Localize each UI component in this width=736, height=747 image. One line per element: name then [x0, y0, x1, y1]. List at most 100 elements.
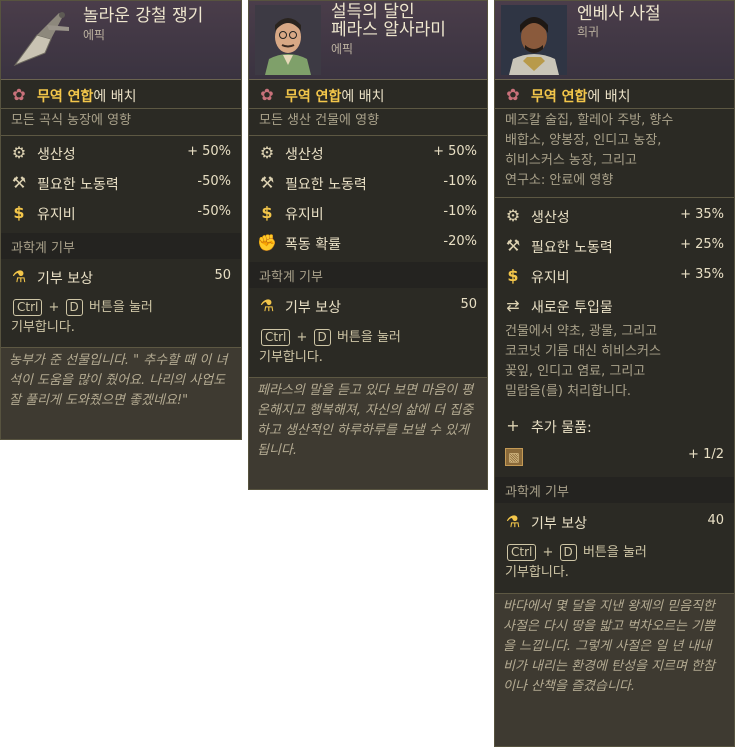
portrait-icon	[255, 5, 321, 75]
stat-value: -50%	[197, 204, 231, 219]
stat-label: 필요한 노동력	[285, 177, 367, 193]
flavor-quote: 바다에서 몇 달을 지낸 왕제의 믿음직한 사절은 다시 땅을 밟고 벅차오르는…	[495, 593, 734, 746]
card-title: 엔베사 사절	[577, 4, 661, 24]
reward-label: 기부 보상	[37, 271, 93, 287]
instruction-text: 버튼을 눌러	[582, 545, 647, 560]
new-input-line: 밀랍을(를) 처리합니다.	[505, 384, 632, 399]
affects-line: 메즈칼 술집, 할레아 주방, 향수	[505, 113, 674, 128]
new-input-line: 꽃잎, 인디고 염료, 그리고	[505, 364, 646, 379]
stat-row: ⚒ 필요한 노동력 -10%	[249, 170, 487, 196]
dollar-icon: $	[507, 266, 519, 285]
dollar-icon: $	[13, 203, 25, 222]
stat-label: 유지비	[285, 207, 324, 223]
card-header: 설득의 달인 페라스 알사라미 에픽	[249, 1, 487, 80]
card-title-line2: 페라스 알사라미	[331, 20, 446, 40]
section-title: 과학계 기부	[505, 485, 569, 500]
plus-sign: +	[542, 545, 554, 560]
stat-row: $ 유지비 -10%	[249, 200, 487, 226]
divider	[1, 108, 241, 109]
extra-goods-value: + 1/2	[688, 447, 724, 462]
tools-icon: ⚒	[11, 173, 27, 192]
tools-icon: ⚒	[505, 236, 521, 255]
stat-value: -10%	[443, 204, 477, 219]
trade-union-row: ✿ 무역 연합에 배치	[1, 82, 241, 108]
stat-label: 생산성	[37, 147, 76, 163]
productivity-icon: ⚙	[11, 143, 27, 162]
affects-line: 배합소, 양봉장, 인디고 농장,	[505, 133, 662, 148]
affects-text: 메즈칼 술집, 할레아 주방, 향수 배합소, 양봉장, 인디고 농장, 히비스…	[505, 111, 728, 191]
instruction-text-2: 기부합니다.	[11, 320, 75, 335]
affects-text: 모든 곡식 농장에 영향	[11, 113, 132, 128]
science-donation-section: 과학계 기부	[249, 262, 487, 288]
instruction-text: 버튼을 눌러	[88, 300, 153, 315]
stat-value: + 50%	[187, 144, 231, 159]
flask-icon: ⚗	[505, 512, 521, 531]
ctrl-key[interactable]: Ctrl	[13, 299, 43, 316]
instruction-text-2: 기부합니다.	[505, 565, 569, 580]
stat-row: ⚒ 필요한 노동력 -50%	[1, 170, 241, 196]
card-title-line1: 설득의 달인	[331, 2, 415, 22]
stat-value: + 25%	[680, 237, 724, 252]
stat-row: ⚙ 생산성 + 50%	[249, 140, 487, 166]
science-donation-section: 과학계 기부	[1, 233, 241, 259]
ctrl-key[interactable]: Ctrl	[261, 329, 291, 346]
science-donation-section: 과학계 기부	[495, 477, 734, 503]
stat-row: ⚙ 생산성 + 35%	[495, 203, 734, 229]
divider	[495, 197, 734, 198]
card-header: 놀라운 강철 쟁기 에픽	[1, 1, 241, 80]
plough-icon	[13, 12, 69, 67]
divider	[1, 135, 241, 136]
reward-value: 40	[707, 513, 724, 528]
donate-instructions: Ctrl + D 버튼을 눌러 기부합니다.	[505, 543, 647, 583]
stat-label: 생산성	[285, 147, 324, 163]
card-rarity: 에픽	[331, 42, 354, 56]
donate-instructions: Ctrl + D 버튼을 눌러 기부합니다.	[11, 298, 153, 338]
card-header: 엔베사 사절 희귀	[495, 1, 734, 80]
card-rarity: 희귀	[577, 25, 600, 39]
extra-goods-label: 추가 물품:	[531, 420, 592, 436]
quote-text: 바다에서 몇 달을 지낸 왕제의 믿음직한 사절은 다시 땅을 밟고 벅차오르는…	[503, 599, 716, 694]
item-card-steel-plough: 놀라운 강철 쟁기 에픽 ✿ 무역 연합에 배치 모든 곡식 농장에 영향 ⚙ …	[0, 0, 242, 440]
new-input-label: 새로운 투입물	[531, 300, 613, 316]
d-key[interactable]: D	[313, 329, 331, 346]
donation-reward-row: ⚗ 기부 보상 50	[249, 293, 487, 319]
divider	[495, 108, 734, 109]
portrait-icon	[501, 5, 567, 75]
d-key[interactable]: D	[65, 299, 83, 316]
donation-reward-row: ⚗ 기부 보상 40	[495, 509, 734, 535]
affects-text: 모든 생산 건물에 영향	[259, 113, 380, 128]
donation-reward-row: ⚗ 기부 보상 50	[1, 264, 241, 290]
card-title: 놀라운 강철 쟁기	[83, 6, 204, 26]
dollar-icon: $	[261, 203, 273, 222]
plus-icon: +	[506, 416, 520, 435]
trade-union-label: 무역 연합	[37, 89, 94, 105]
divider	[249, 135, 487, 136]
stat-row: ⚒ 필요한 노동력 + 25%	[495, 233, 734, 259]
new-input-line: 건물에서 약초, 광물, 그리고	[505, 324, 658, 339]
stat-label: 폭동 확률	[285, 237, 341, 253]
card-rarity: 에픽	[83, 28, 106, 42]
quote-text: 농부가 준 선물입니다. " 추수할 때 이 녀석이 도움을 많이 줬어요. 나…	[9, 353, 228, 408]
reward-label: 기부 보상	[531, 516, 587, 532]
place-label: 에 배치	[93, 89, 137, 105]
tools-icon: ⚒	[259, 173, 275, 192]
place-label: 에 배치	[341, 89, 385, 105]
stat-row: ⚙ 생산성 + 50%	[1, 140, 241, 166]
quote-text: 페라스의 말을 듣고 있다 보면 마음이 평온해지고 행복해져, 자신의 삶에 …	[257, 383, 474, 458]
affects-line: 히비스커스 농장, 그리고	[505, 153, 637, 168]
d-key[interactable]: D	[559, 544, 577, 561]
swap-icon: ⇄	[506, 296, 520, 315]
productivity-icon: ⚙	[505, 206, 521, 225]
extra-goods-row: + 추가 물품:	[495, 413, 734, 439]
plus-sign: +	[48, 300, 60, 315]
section-title: 과학계 기부	[259, 270, 323, 285]
stat-label: 유지비	[531, 270, 570, 286]
stat-label: 필요한 노동력	[37, 177, 119, 193]
reward-value: 50	[460, 297, 477, 312]
new-input-text: 건물에서 약초, 광물, 그리고 코코넛 기름 대신 히비스커스 꽃잎, 인디고…	[505, 322, 728, 402]
new-input-line: 코코넛 기름 대신 히비스커스	[505, 344, 661, 359]
ctrl-key[interactable]: Ctrl	[507, 544, 537, 561]
donate-instructions: Ctrl + D 버튼을 눌러 기부합니다.	[259, 328, 401, 368]
stat-value: -20%	[443, 234, 477, 249]
stat-value: + 35%	[680, 267, 724, 282]
